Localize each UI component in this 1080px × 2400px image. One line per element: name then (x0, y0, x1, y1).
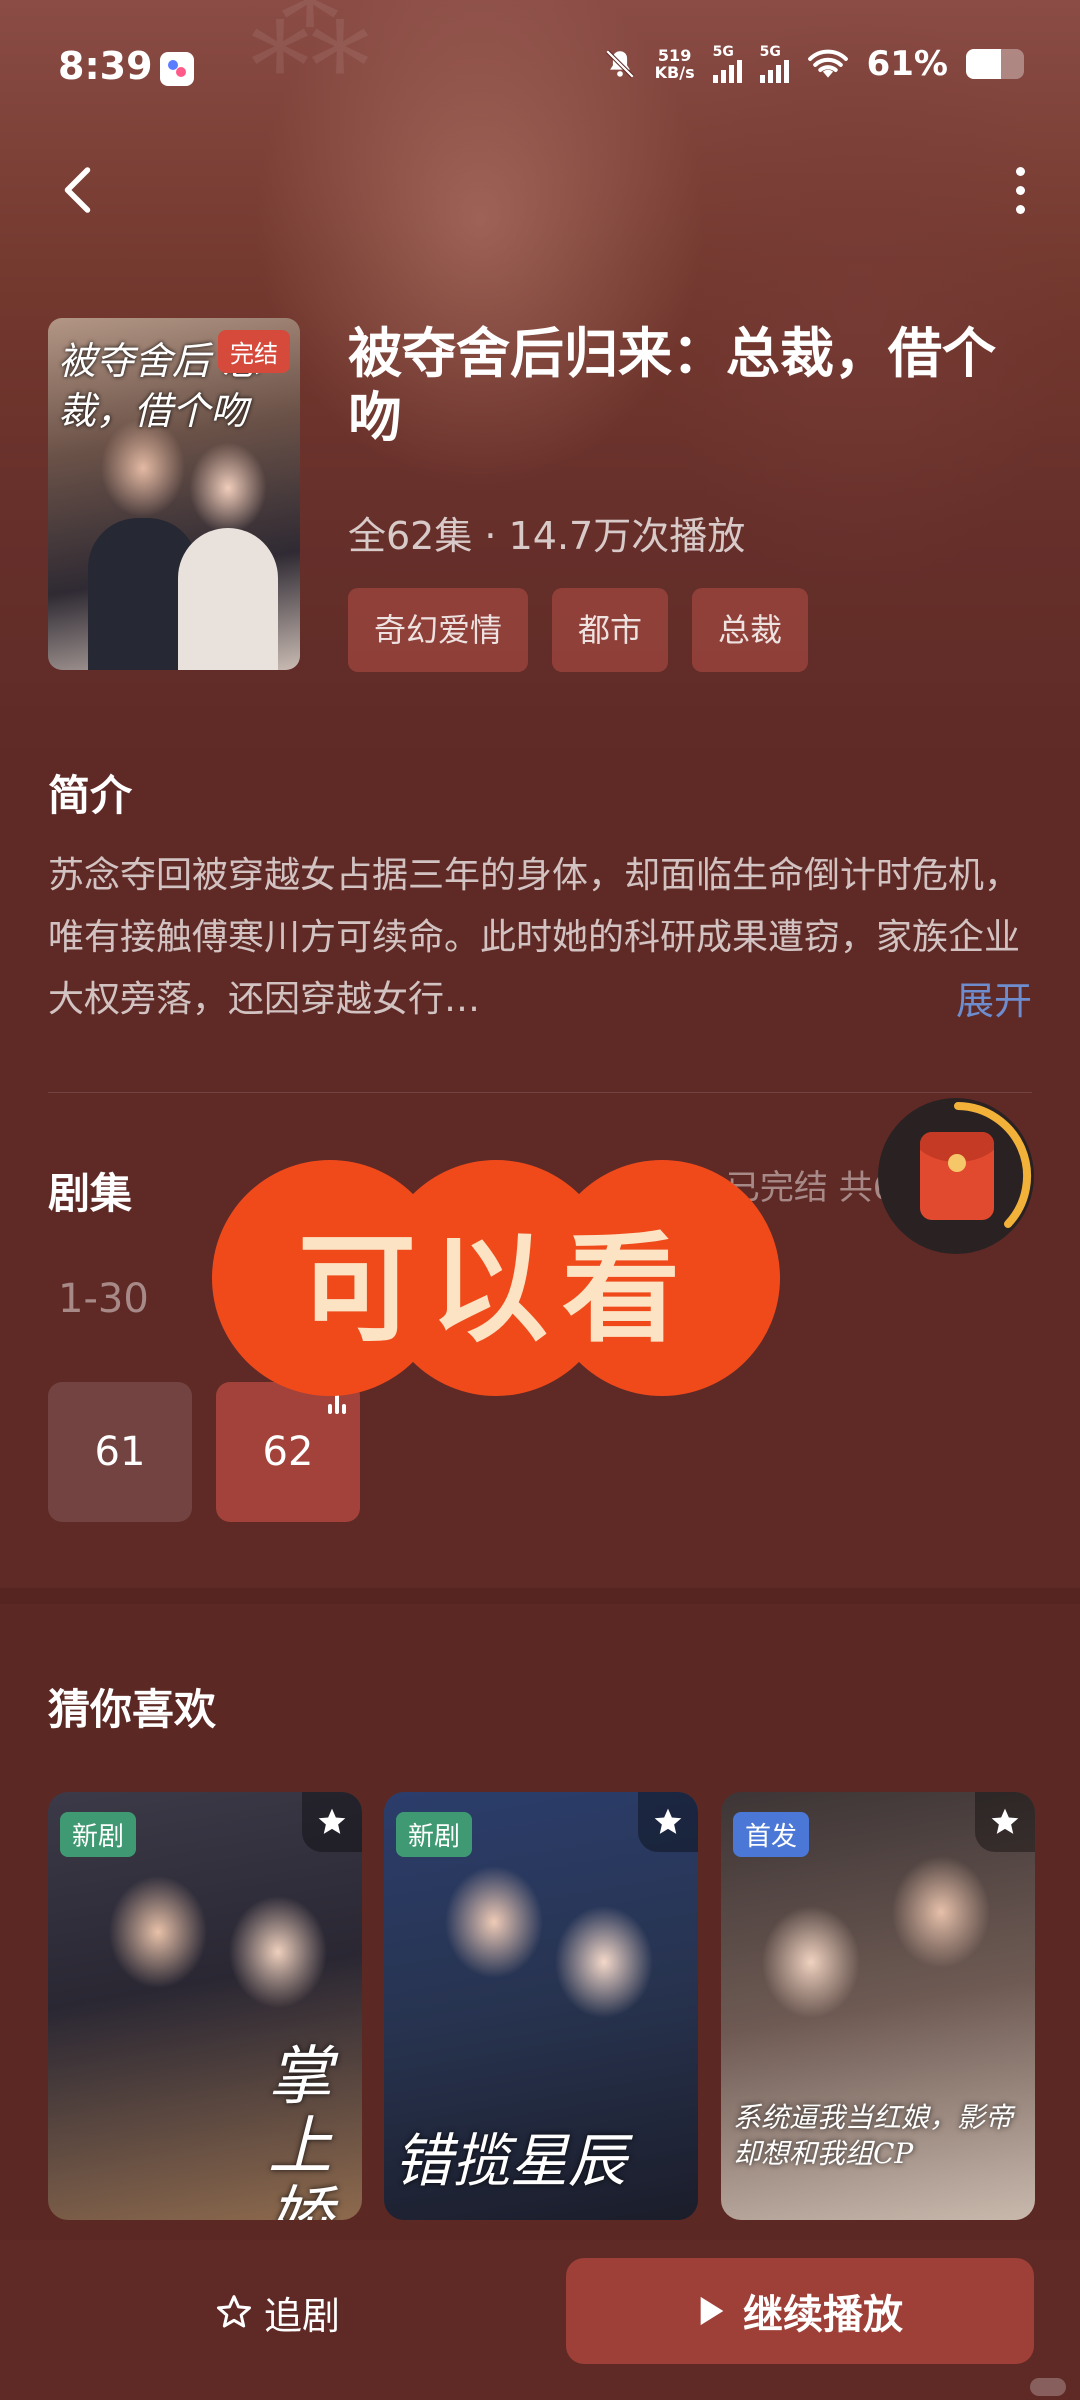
episode-number: 61 (94, 1429, 146, 1475)
more-button[interactable] (1000, 160, 1040, 220)
card-title: 系统逼我当红娘，影帝却想和我组CP (733, 2101, 1014, 2170)
play-icon (700, 2296, 724, 2326)
drama-meta: 全62集 · 14.7万次播放 (348, 514, 746, 558)
more-vertical-icon (1015, 166, 1025, 176)
favorite-button[interactable] (975, 1792, 1035, 1852)
battery-icon (966, 49, 1024, 79)
app-notification-icon (160, 52, 194, 86)
drama-poster[interactable]: 被夺舍后 总裁，借个吻 完结 (48, 318, 300, 670)
card-label: 首发 (733, 1812, 810, 1857)
overlay-sticker: 可以看 (212, 1160, 780, 1396)
sticker-text: 可以看 (297, 1219, 694, 1358)
tag-item[interactable]: 都市 (552, 588, 669, 672)
battery-percent: 61% (866, 44, 948, 84)
episode-button-current[interactable]: 62 (216, 1382, 360, 1522)
follow-label: 追剧 (264, 2293, 341, 2338)
signal-sim1: 5G (712, 44, 742, 83)
network-speed: 519 KB/s (655, 47, 695, 81)
divider (48, 1092, 1032, 1093)
network-speed-unit: KB/s (654, 63, 695, 82)
intro-heading: 简介 (48, 771, 133, 820)
continue-play-button[interactable]: 继续播放 (566, 2258, 1034, 2364)
star-outline-icon (217, 2295, 251, 2328)
follow-button[interactable]: 追剧 (214, 2280, 340, 2344)
back-button[interactable] (50, 160, 110, 220)
recommend-card[interactable]: 新剧 掌上娇 (48, 1792, 362, 2220)
favorite-button[interactable] (302, 1792, 362, 1852)
star-icon (318, 1808, 346, 1834)
tag-list: 奇幻爱情 都市 总裁 (348, 588, 809, 672)
network-speed-value: 519 (657, 46, 692, 65)
favorite-button[interactable] (638, 1792, 698, 1852)
episode-range-tab[interactable]: 1-30 (58, 1276, 149, 1322)
wifi-icon (807, 49, 848, 78)
episode-number: 62 (262, 1429, 314, 1475)
sim1-label: 5G (712, 44, 734, 60)
status-icons: 519 KB/s 5G 5G 61% (603, 44, 1024, 84)
recommend-card[interactable]: 首发 系统逼我当红娘，影帝却想和我组CP (721, 1792, 1035, 2220)
episodes-heading: 剧集 (48, 1169, 133, 1218)
star-icon (654, 1808, 682, 1834)
section-separator (0, 1588, 1080, 1604)
red-packet-icon (920, 1132, 994, 1220)
status-time: 8:39 (58, 44, 153, 88)
recommend-heading: 猜你喜欢 (48, 1685, 217, 1734)
bell-off-icon (603, 47, 637, 81)
card-label: 新剧 (60, 1812, 137, 1857)
chevron-left-icon (64, 167, 91, 213)
tag-item[interactable]: 总裁 (692, 588, 809, 672)
system-indicator (1030, 2378, 1066, 2396)
expand-link[interactable]: 展开 (956, 970, 1032, 1025)
sim2-label: 5G (759, 44, 781, 60)
intro-text: 苏念夺回被穿越女占据三年的身体，却面临生命倒计时危机，唯有接触傅寒川方可续命。此… (48, 855, 1021, 1020)
signal-bars-icon (759, 59, 789, 83)
play-label: 继续播放 (743, 2292, 903, 2338)
drama-title: 被夺舍后归来：总裁，借个吻 (348, 322, 996, 449)
status-badge: 完结 (218, 330, 290, 373)
star-icon (991, 1808, 1019, 1834)
episode-button[interactable]: 61 (48, 1382, 192, 1522)
tag-item[interactable]: 奇幻爱情 (348, 588, 529, 672)
signal-bars-icon (712, 59, 742, 83)
status-bar: 8:39 519 KB/s 5G 5G 61% (0, 0, 1080, 140)
card-title: 错揽星辰 (394, 2127, 627, 2195)
card-title: 掌上娇 (268, 2040, 332, 2220)
signal-sim2: 5G (759, 44, 789, 83)
card-label: 新剧 (396, 1812, 473, 1857)
recommend-card[interactable]: 新剧 错揽星辰 (384, 1792, 698, 2220)
red-packet-widget[interactable] (878, 1098, 1034, 1254)
